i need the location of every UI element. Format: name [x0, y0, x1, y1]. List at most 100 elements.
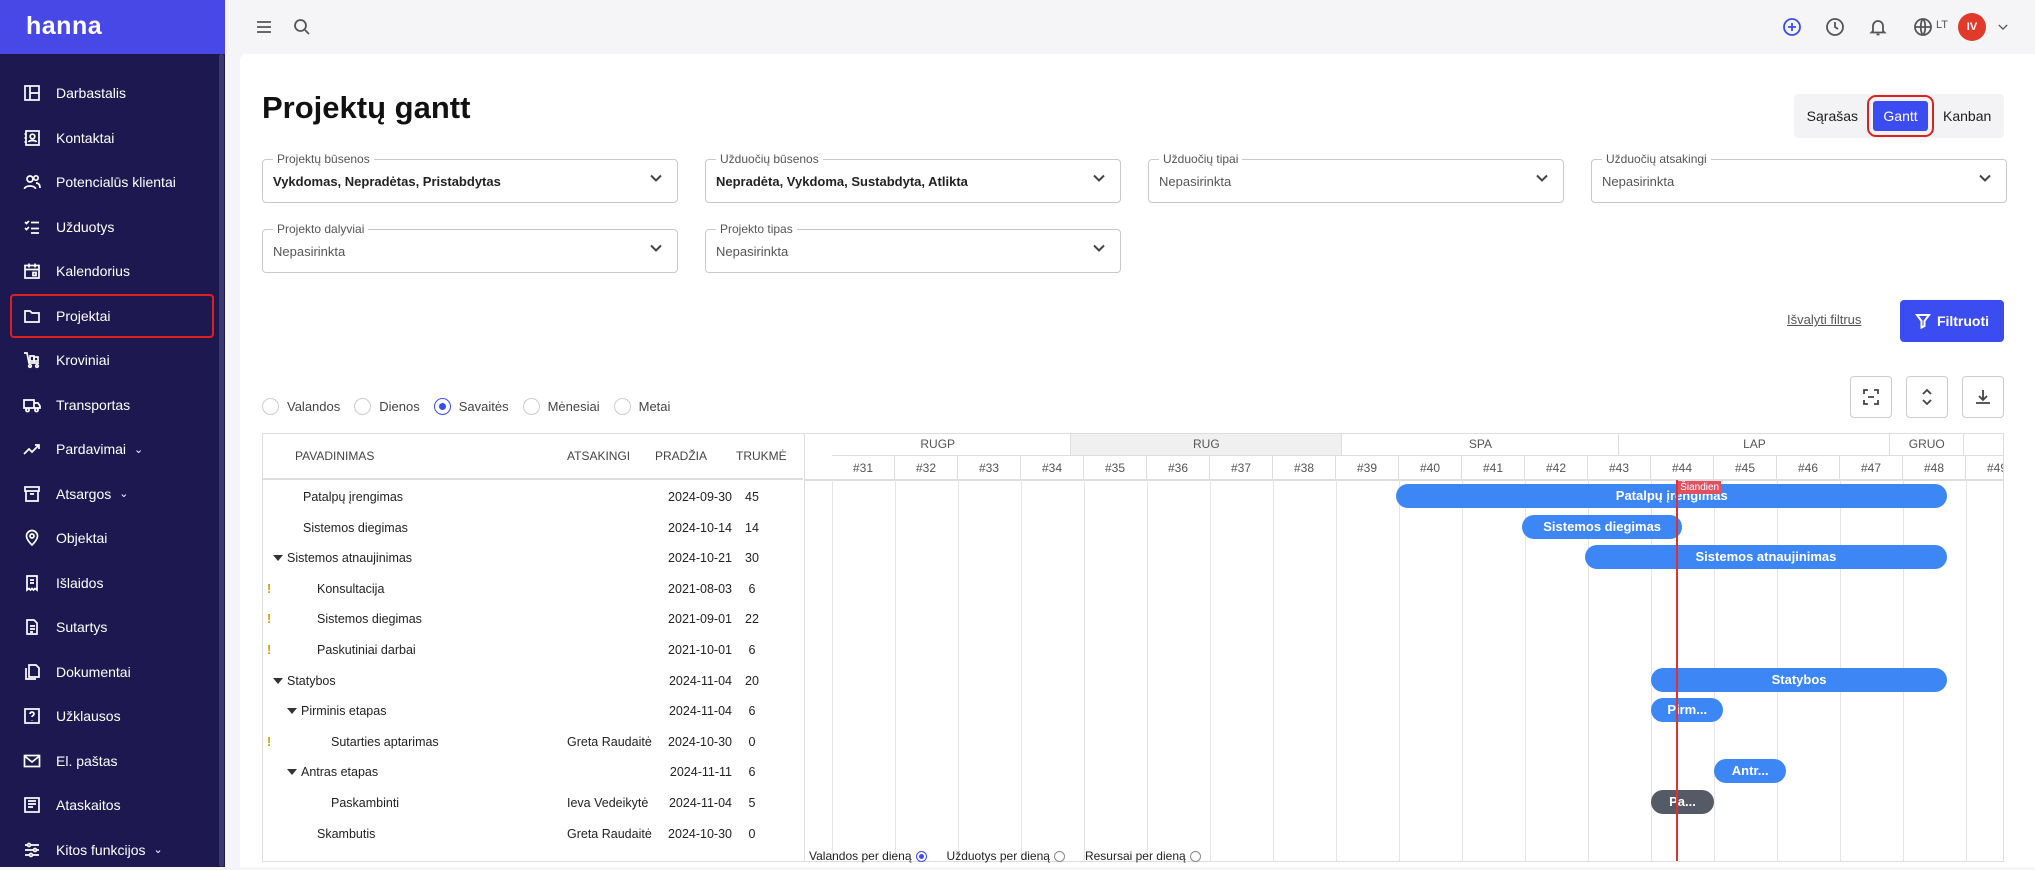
row-name[interactable]: Pirminis etapas — [287, 704, 386, 718]
scale-option-1[interactable]: Dienos — [354, 398, 420, 415]
expand-collapse-button[interactable] — [1906, 376, 1948, 418]
sidebar-item-9[interactable]: Atsargos ⌄ — [12, 474, 212, 514]
sidebar-item-17[interactable]: Kitos funkcijos ⌄ — [12, 830, 212, 870]
menu-icon[interactable] — [251, 14, 277, 40]
app-logo[interactable]: hanna — [0, 0, 225, 54]
chevron-down-icon[interactable] — [1990, 14, 2016, 40]
col-duration-header[interactable]: TRUKMĖ — [736, 449, 787, 463]
avatar[interactable]: IV — [1958, 13, 1986, 41]
language-code[interactable]: LT — [1936, 19, 1948, 31]
sidebar-item-12[interactable]: Sutartys — [12, 607, 212, 647]
scale-option-4[interactable]: Metai — [613, 398, 670, 415]
table-row[interactable]: Antras etapas 2024-11-11 6 — [263, 757, 803, 787]
sidebar-scrollbar[interactable] — [219, 54, 224, 867]
load-option-2[interactable]: Resursai per dieną — [1085, 849, 1201, 863]
filter-field-4[interactable]: Projekto dalyviai Nepasirinkta — [262, 222, 678, 273]
view-gantt-button[interactable]: Gantt — [1867, 95, 1934, 137]
globe-icon[interactable] — [1910, 14, 1936, 40]
gantt-bar[interactable]: Statybos — [1651, 667, 1948, 692]
row-name[interactable]: Konsultacija — [317, 582, 384, 596]
filter-field-1[interactable]: Užduočių būsenos Nepradėta, Vykdoma, Sust… — [705, 152, 1121, 203]
filter-button[interactable]: Filtruoti — [1900, 300, 2004, 342]
col-assignee-header[interactable]: ATSAKINGI — [567, 449, 630, 463]
table-row[interactable]: ! Konsultacija 2021-08-03 6 — [263, 574, 803, 604]
table-row[interactable]: ! Sistemos diegimas 2021-09-01 22 — [263, 604, 803, 634]
sidebar-item-8[interactable]: Pardavimai ⌄ — [12, 429, 212, 469]
table-row[interactable]: Paskambinti Ieva Vedeikytė 2024-11-04 5 — [263, 788, 803, 818]
radio-button[interactable] — [1189, 850, 1201, 862]
sidebar-item-5[interactable]: Projektai — [10, 293, 214, 338]
filter-field-2[interactable]: Užduočių tipai Nepasirinkta — [1148, 152, 1564, 203]
row-name[interactable]: Sistemos atnaujinimas — [273, 551, 412, 565]
sidebar-item-15[interactable]: El. paštas — [12, 741, 212, 781]
sidebar-item-13[interactable]: Dokumentai — [12, 652, 212, 692]
sidebar-item-1[interactable]: Kontaktai — [12, 118, 212, 158]
sidebar-item-11[interactable]: Išlaidos — [12, 563, 212, 603]
col-start-header[interactable]: PRADŽIA — [655, 449, 707, 463]
radio-button[interactable] — [613, 398, 631, 415]
sidebar-item-14[interactable]: Užklausos — [12, 696, 212, 736]
gantt-bar[interactable]: Sistemos diegimas — [1521, 514, 1683, 539]
row-name[interactable]: Sutarties aptarimas — [331, 735, 439, 749]
sidebar-item-label: Atsargos — [56, 485, 112, 502]
clock-icon[interactable] — [1822, 14, 1848, 40]
bell-icon[interactable] — [1865, 14, 1891, 40]
sidebar-item-0[interactable]: Darbastalis — [12, 73, 212, 113]
fullscreen-button[interactable] — [1850, 376, 1892, 418]
clear-filters-link[interactable]: Išvalyti filtrus — [1787, 312, 1861, 327]
search-icon[interactable] — [289, 14, 315, 40]
add-icon[interactable] — [1779, 14, 1805, 40]
sidebar-item-16[interactable]: Ataskaitos — [12, 785, 212, 825]
table-row[interactable]: Pirminis etapas 2024-11-04 6 — [263, 696, 803, 726]
filter-field-0[interactable]: Projektų būsenos Vykdomas, Nepradėtas, Pr… — [262, 152, 678, 203]
row-name[interactable]: Sistemos diegimas — [303, 521, 408, 535]
sidebar-item-10[interactable]: Objektai — [12, 518, 212, 558]
scale-option-2[interactable]: Savaitės — [433, 398, 509, 415]
radio-button[interactable] — [915, 850, 927, 862]
gantt-bar[interactable]: Patalpų įrengimas — [1396, 484, 1948, 508]
table-row[interactable]: Skambutis Greta Raudaitė 2024-10-30 0 — [263, 819, 803, 849]
row-name[interactable]: Skambutis — [317, 827, 375, 841]
collapse-toggle-icon[interactable] — [273, 555, 283, 562]
radio-button[interactable] — [354, 398, 372, 415]
radio-button[interactable] — [433, 398, 451, 415]
sidebar-item-2[interactable]: Potencialūs klientai — [12, 162, 212, 202]
row-name[interactable]: Paskutiniai darbai — [317, 643, 416, 657]
download-button[interactable] — [1962, 376, 2004, 418]
gantt-bar[interactable]: Pa... — [1651, 790, 1714, 814]
sidebar-item-3[interactable]: Užduotys — [12, 207, 212, 247]
table-row[interactable]: Patalpų įrengimas 2024-09-30 45 — [263, 482, 803, 512]
gantt-bar[interactable]: Sistemos atnaujinimas — [1584, 545, 1948, 570]
collapse-toggle-icon[interactable] — [287, 708, 297, 715]
radio-button[interactable] — [262, 398, 279, 415]
gantt-bar[interactable]: Antr... — [1714, 759, 1787, 784]
table-row[interactable]: ! Paskutiniai darbai 2021-10-01 6 — [263, 635, 803, 665]
sidebar-item-7[interactable]: Transportas — [12, 385, 212, 425]
row-name[interactable]: Paskambinti — [331, 796, 399, 810]
radio-button[interactable] — [522, 398, 540, 415]
radio-button[interactable] — [1053, 850, 1065, 862]
sidebar-item-4[interactable]: Kalendorius — [12, 251, 212, 291]
row-name[interactable]: Sistemos diegimas — [317, 612, 422, 626]
sidebar-item-6[interactable]: Kroviniai — [12, 340, 212, 380]
scale-option-3[interactable]: Mėnesiai — [522, 398, 600, 415]
table-row[interactable]: Sistemos diegimas 2024-10-14 14 — [263, 513, 803, 543]
col-name-header[interactable]: PAVADINIMAS — [295, 449, 374, 463]
row-name[interactable]: Antras etapas — [287, 765, 378, 779]
scale-option-0[interactable]: Valandos — [262, 398, 340, 415]
gantt-bar[interactable]: Pirm... — [1651, 698, 1724, 723]
load-option-1[interactable]: Užduotys per dieną — [947, 849, 1065, 863]
view-list-button[interactable]: Sąrašas — [1797, 101, 1868, 131]
row-name[interactable]: Statybos — [273, 674, 336, 688]
table-row[interactable]: Statybos 2024-11-04 20 — [263, 666, 803, 696]
view-kanban-button[interactable]: Kanban — [1933, 101, 2001, 131]
table-row[interactable]: ! Sutarties aptarimas Greta Raudaitė 2024-1… — [263, 727, 803, 757]
collapse-toggle-icon[interactable] — [287, 769, 297, 776]
filter-field-5[interactable]: Projekto tipas Nepasirinkta — [705, 222, 1121, 273]
table-row[interactable]: Sistemos atnaujinimas 2024-10-21 30 — [263, 543, 803, 573]
filter-field-3[interactable]: Užduočių atsakingi Nepasirinkta — [1591, 152, 2007, 203]
load-option-0[interactable]: Valandos per dieną — [809, 849, 927, 863]
row-name[interactable]: Patalpų įrengimas — [303, 490, 403, 504]
collapse-toggle-icon[interactable] — [273, 677, 283, 684]
contacts-icon — [22, 128, 42, 148]
